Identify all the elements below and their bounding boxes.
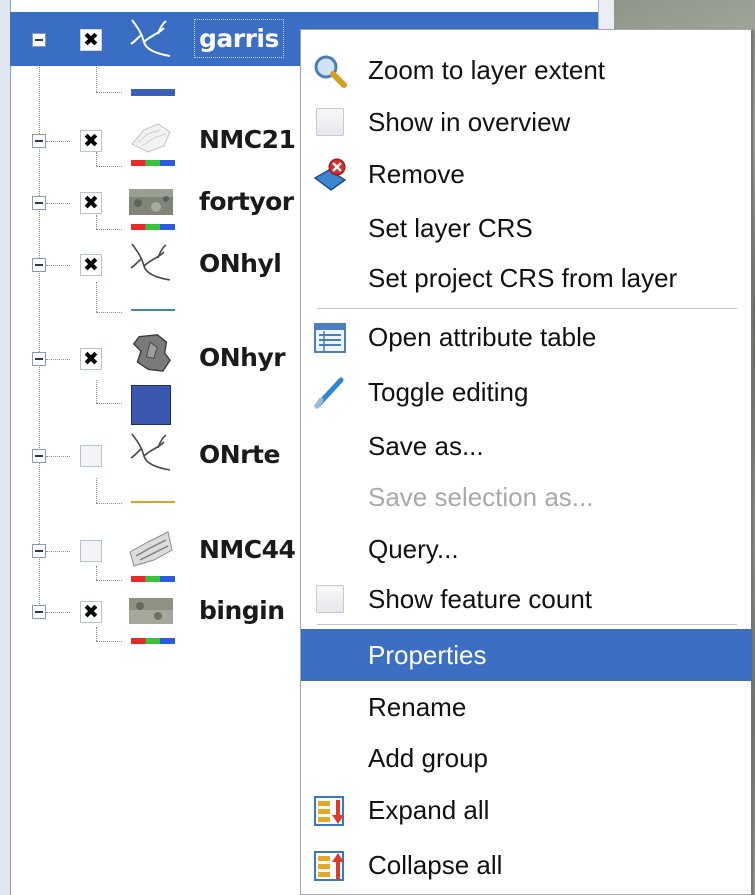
- tree-connector: [96, 566, 97, 580]
- raster-layer-icon: [131, 123, 171, 153]
- layer-name[interactable]: ONhyr: [199, 343, 286, 372]
- line-layer-icon: [130, 19, 171, 57]
- legend-symbol-rgb-bar: [131, 638, 175, 644]
- polygon-layer-icon: [132, 334, 171, 372]
- line-layer-icon: [130, 433, 171, 471]
- tree-connector: [96, 152, 97, 166]
- line-layer-icon: [130, 243, 171, 281]
- layer-name[interactable]: ONhyl: [199, 249, 282, 278]
- menu-item-show-in-overview[interactable]: Show in overview: [301, 96, 752, 148]
- legend-symbol-blue-line: [131, 89, 175, 96]
- collapse-toggle[interactable]: [32, 449, 46, 463]
- tree-connector: [96, 215, 97, 229]
- collapse-toggle[interactable]: [32, 352, 46, 366]
- tree-connector: [96, 282, 97, 312]
- collapse-toggle[interactable]: [32, 134, 46, 148]
- menu-item-zoom-to-layer-extent[interactable]: Zoom to layer extent: [301, 44, 752, 96]
- legend-symbol-rgb-bar: [131, 160, 175, 166]
- remove-layer-icon: [313, 158, 347, 191]
- legend-symbol-blue-fill: [131, 385, 171, 425]
- tree-connector: [46, 612, 70, 613]
- menu-item-properties[interactable]: Properties: [301, 629, 752, 681]
- legend-symbol-orange-line: [131, 501, 175, 503]
- menu-separator: [317, 624, 737, 625]
- menu-item-open-attribute-table[interactable]: Open attribute table: [301, 311, 752, 363]
- layer-name[interactable]: NMC44: [199, 535, 296, 564]
- layer-visibility-checkbox[interactable]: ✖: [80, 130, 102, 152]
- tree-connector: [46, 456, 70, 457]
- pencil-icon: [314, 377, 344, 409]
- layer-name[interactable]: NMC21: [199, 125, 296, 154]
- raster-layer-icon: [129, 598, 173, 624]
- tree-connector: [96, 478, 97, 503]
- tree-connector: [96, 380, 97, 403]
- layer-visibility-checkbox[interactable]: ✖: [80, 348, 102, 370]
- checkbox-icon: [316, 108, 344, 136]
- layer-visibility-checkbox[interactable]: ✖: [80, 254, 102, 276]
- attribute-table-icon: [314, 323, 346, 353]
- tree-connector: [96, 229, 122, 230]
- layer-visibility-checkbox[interactable]: [80, 445, 102, 467]
- menu-separator: [317, 308, 737, 309]
- menu-item-toggle-editing[interactable]: Toggle editing: [301, 366, 752, 418]
- legend-symbol-rgb-bar: [131, 224, 175, 230]
- collapse-toggle[interactable]: [32, 258, 46, 272]
- collapse-toggle[interactable]: [32, 544, 46, 558]
- legend-symbol-teal-line: [131, 309, 175, 311]
- zoom-extent-icon: [314, 55, 347, 88]
- tree-connector: [46, 203, 70, 204]
- tree-connector: [46, 359, 70, 360]
- tree-connector: [96, 92, 122, 93]
- layer-visibility-checkbox[interactable]: ✖: [80, 601, 102, 623]
- tree-connector: [96, 580, 122, 581]
- tree-connector: [96, 503, 122, 504]
- layer-name[interactable]: ONrte: [199, 440, 280, 469]
- tree-connector: [46, 141, 70, 142]
- layer-name[interactable]: fortyor: [199, 187, 294, 216]
- tree-connector: [46, 265, 70, 266]
- menu-item-expand-all[interactable]: Expand all: [301, 784, 752, 836]
- menu-item-set-project-crs-from-layer[interactable]: Set project CRS from layer: [301, 252, 752, 304]
- tree-connector: [96, 403, 122, 404]
- menu-item-query[interactable]: Query...: [301, 523, 752, 575]
- layer-name[interactable]: garris: [194, 19, 284, 58]
- raster-layer-icon: [129, 531, 173, 567]
- menu-item-show-feature-count[interactable]: Show feature count: [301, 573, 752, 625]
- layer-context-menu: Zoom to layer extent Show in overview Re…: [300, 29, 753, 895]
- tree-connector: [46, 551, 70, 552]
- tree-connector: [96, 166, 122, 167]
- collapse-all-icon: [314, 851, 344, 881]
- collapse-toggle[interactable]: [32, 33, 46, 47]
- tree-connector: [96, 627, 97, 641]
- menu-item-remove[interactable]: Remove: [301, 148, 752, 200]
- collapse-toggle[interactable]: [32, 196, 46, 210]
- menu-item-set-layer-crs[interactable]: Set layer CRS: [301, 202, 752, 254]
- tree-connector: [96, 312, 122, 313]
- checkbox-icon: [316, 585, 344, 613]
- layer-visibility-checkbox[interactable]: ✖: [80, 192, 102, 214]
- layer-name[interactable]: bingin: [199, 596, 285, 625]
- menu-item-save-as[interactable]: Save as...: [301, 420, 752, 472]
- raster-layer-icon: [129, 189, 173, 215]
- collapse-toggle[interactable]: [32, 605, 46, 619]
- menu-item-save-selection-as: Save selection as...: [368, 482, 594, 512]
- panel-left-border: [0, 0, 11, 895]
- menu-item-add-group[interactable]: Add group: [301, 732, 752, 784]
- layer-visibility-checkbox[interactable]: [80, 540, 102, 562]
- menu-item-rename[interactable]: Rename: [301, 681, 752, 733]
- expand-all-icon: [314, 796, 344, 826]
- legend-symbol-rgb-bar: [131, 576, 175, 582]
- tree-connector: [96, 641, 122, 642]
- layer-visibility-checkbox[interactable]: ✖: [80, 29, 102, 51]
- menu-item-collapse-all[interactable]: Collapse all: [301, 839, 752, 891]
